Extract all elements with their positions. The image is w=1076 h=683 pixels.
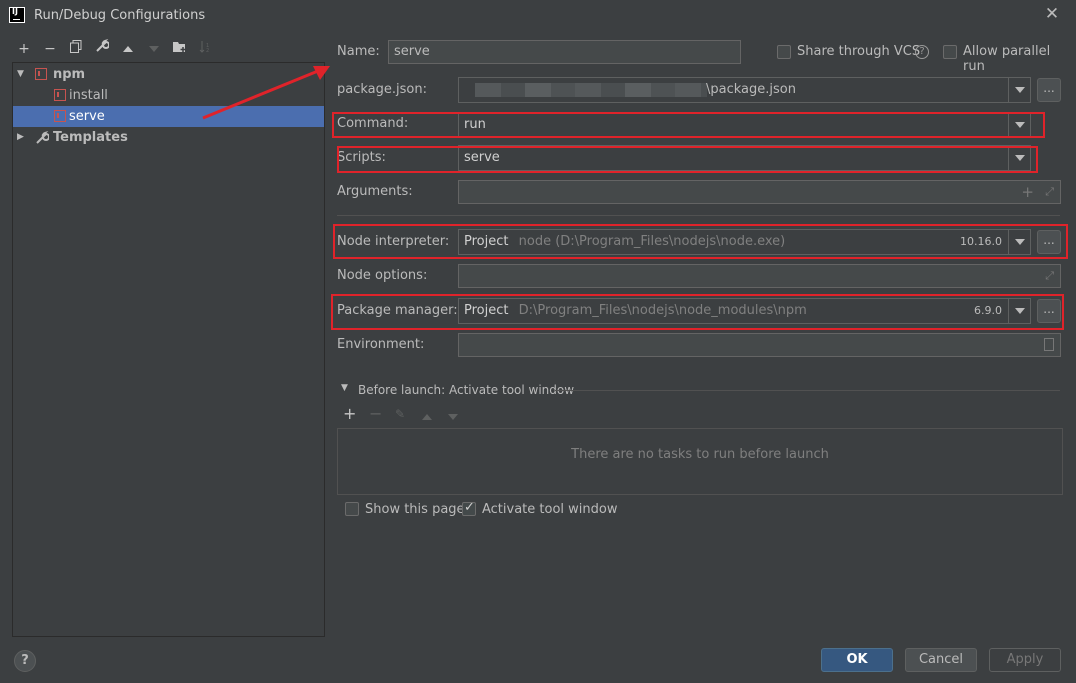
activate-tool-window-checkbox[interactable]	[462, 500, 476, 516]
node-interpreter-project: Project	[464, 234, 509, 249]
remove-icon[interactable]: −	[40, 38, 60, 60]
name-label: Name:	[337, 44, 380, 59]
arguments-label: Arguments:	[337, 184, 413, 199]
tree-item-install[interactable]: install	[13, 85, 324, 106]
help-icon[interactable]: ?	[915, 45, 929, 59]
share-vcs-checkbox[interactable]	[777, 45, 791, 59]
command-combo[interactable]: run	[458, 112, 1031, 138]
cancel-button[interactable]: Cancel	[905, 648, 977, 672]
expand-icon[interactable]: ⤢	[1045, 181, 1054, 203]
dropdown-arrow-icon[interactable]	[1008, 78, 1030, 102]
tree-item-templates[interactable]: ▶ Templates	[13, 127, 324, 148]
intellij-app-icon: IJ	[9, 7, 25, 23]
copy-icon[interactable]	[66, 38, 86, 60]
node-interpreter-path: node (D:\Program_Files\nodejs\node.exe)	[518, 234, 786, 249]
tree-item-label: serve	[69, 109, 105, 124]
node-options-input[interactable]: ⤢	[458, 264, 1061, 288]
dropdown-arrow-icon[interactable]	[1008, 146, 1030, 170]
collapse-arrow-icon[interactable]: ▶	[17, 127, 24, 148]
tree-item-npm[interactable]: ▼ npm	[13, 64, 324, 85]
config-tree: ▼ npm install serve ▶ Templates	[12, 62, 325, 637]
node-version: 10.16.0	[960, 235, 1002, 248]
share-vcs-label: Share through VCS	[797, 44, 921, 59]
node-interpreter-combo[interactable]: Project node (D:\Program_Files\nodejs\no…	[458, 229, 1031, 255]
package-manager-path: D:\Program_Files\nodejs\node_modules\npm	[518, 303, 807, 318]
tree-item-serve[interactable]: serve	[13, 106, 324, 127]
separator	[555, 390, 1060, 391]
show-this-page-label: Show this page	[365, 502, 465, 517]
add-icon[interactable]: +	[14, 38, 34, 60]
folder-add-icon[interactable]	[170, 38, 190, 60]
allow-parallel-checkbox[interactable]	[943, 45, 957, 59]
svg-text:2: 2	[206, 48, 209, 53]
package-manager-project: Project	[464, 303, 509, 318]
package-manager-combo[interactable]: Project D:\Program_Files\nodejs\node_mod…	[458, 298, 1031, 324]
environment-input[interactable]	[458, 333, 1061, 357]
name-input[interactable]: serve	[388, 40, 741, 64]
allow-parallel-label: Allow parallel run	[963, 44, 1051, 74]
window-title: Run/Debug Configurations	[34, 8, 206, 23]
close-icon[interactable]: ✕	[1043, 5, 1061, 23]
move-up-icon[interactable]	[421, 410, 433, 425]
before-launch-tasks-list[interactable]: There are no tasks to run before launch	[337, 428, 1063, 495]
wrench-icon	[35, 127, 50, 148]
activate-tool-window-label: Activate tool window	[482, 502, 618, 517]
package-manager-label: Package manager:	[337, 303, 458, 318]
move-up-icon[interactable]	[118, 38, 138, 60]
tree-item-label: install	[69, 88, 108, 103]
browse-node-button[interactable]: ...	[1037, 230, 1061, 254]
tree-item-label: npm	[53, 67, 86, 82]
title-bar: IJ Run/Debug Configurations ✕	[0, 0, 1076, 32]
expand-arrow-icon[interactable]: ▼	[17, 64, 24, 85]
collapse-arrow-icon[interactable]: ▼	[341, 383, 348, 393]
command-value: run	[464, 117, 486, 132]
dropdown-arrow-icon[interactable]	[1008, 113, 1030, 137]
wrench-icon[interactable]	[92, 38, 112, 60]
apply-button[interactable]: Apply	[989, 648, 1061, 672]
ok-button[interactable]: OK	[821, 648, 893, 672]
npm-icon	[54, 89, 66, 101]
separator	[337, 215, 1060, 216]
environment-label: Environment:	[337, 337, 425, 352]
package-json-value: \package.json	[706, 82, 796, 97]
expand-icon[interactable]: ⤢	[1045, 265, 1054, 287]
empty-tasks-text: There are no tasks to run before launch	[571, 447, 829, 462]
move-down-icon[interactable]	[144, 38, 164, 60]
document-icon[interactable]	[1044, 338, 1054, 351]
edit-icon[interactable]: ✎	[395, 407, 405, 421]
browse-package-json-button[interactable]: ...	[1037, 78, 1061, 102]
remove-icon[interactable]: −	[369, 404, 382, 423]
before-launch-header[interactable]: Before launch: Activate tool window	[358, 383, 574, 397]
scripts-combo[interactable]: serve	[458, 145, 1031, 171]
npm-icon	[54, 110, 66, 122]
tree-item-label: Templates	[53, 130, 128, 145]
package-manager-version: 6.9.0	[974, 304, 1002, 317]
scripts-value: serve	[464, 150, 500, 165]
redacted-path	[475, 83, 707, 97]
sort-icon[interactable]: 12	[196, 38, 216, 60]
move-down-icon[interactable]	[447, 410, 459, 425]
package-json-combo[interactable]: \package.json	[458, 77, 1031, 103]
package-json-label: package.json:	[337, 82, 427, 97]
node-interpreter-label: Node interpreter:	[337, 234, 450, 249]
add-icon[interactable]: +	[1021, 181, 1034, 203]
browse-package-manager-button[interactable]: ...	[1037, 299, 1061, 323]
npm-icon	[35, 68, 47, 80]
node-options-label: Node options:	[337, 268, 428, 283]
config-toolbar: + − 12	[12, 38, 327, 60]
show-this-page-checkbox[interactable]	[345, 502, 359, 516]
help-button[interactable]: ?	[14, 650, 36, 672]
command-label: Command:	[337, 116, 409, 131]
add-icon[interactable]: +	[343, 404, 356, 423]
scripts-label: Scripts:	[337, 150, 386, 165]
arguments-input[interactable]: + ⤢	[458, 180, 1061, 204]
dropdown-arrow-icon[interactable]	[1008, 230, 1030, 254]
dropdown-arrow-icon[interactable]	[1008, 299, 1030, 323]
